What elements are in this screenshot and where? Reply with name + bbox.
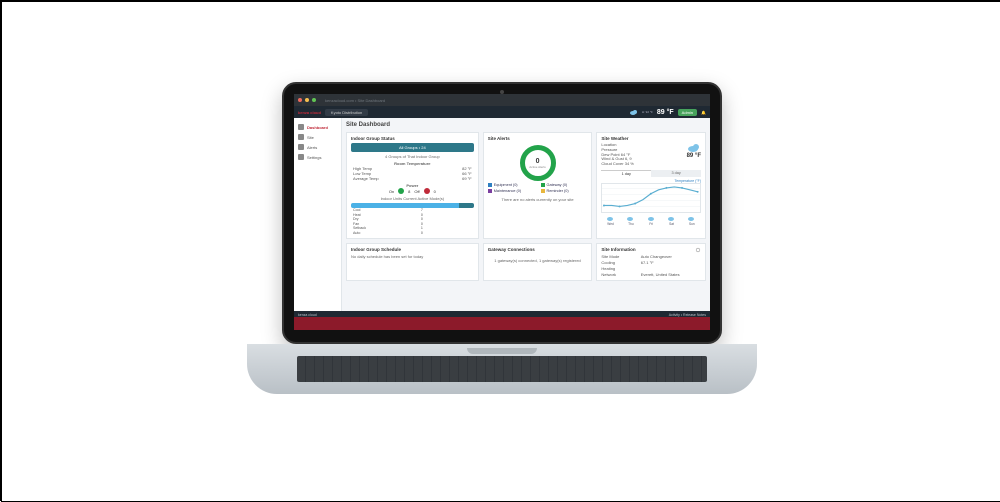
sidebar-item-site[interactable]: Site [297,132,338,142]
brand-logo[interactable]: kenza cloud [298,110,321,115]
alerts-legend: Equipment (0) Gateway (0) Maintenance (0… [488,183,588,193]
power-on-chip [398,188,404,194]
keyboard [297,356,707,382]
forecast-day: Wed [601,215,619,226]
card-title: Site Alerts [488,136,588,141]
trackpad-notch [467,348,537,354]
sidebar-item-label: Site [307,135,314,140]
legend-swatch [488,183,492,187]
maximize-icon[interactable] [312,98,316,102]
admin-badge[interactable]: Admin [678,109,697,116]
cloud-icon [687,143,701,152]
card-indoor-status: Indoor Group Status All Groups • 24 4 Gr… [346,132,479,239]
alerts-sublabel: Active Alerts [529,165,546,169]
status-note: 4 Groups of That Indoor Group [351,154,474,159]
close-icon[interactable] [298,98,302,102]
temperature-chart[interactable] [601,183,701,213]
tab-1day[interactable]: 1 day [601,170,651,177]
card-weather: Site Weather Location Pressure Dew Point… [596,132,706,239]
card-gateway: Gateway Connections 1 gateway(s) connect… [483,243,593,281]
card-site-info: Site Information Site ModeAuto Changeove… [596,243,706,281]
sidebar-item-dashboard[interactable]: Dashboard [297,122,338,132]
card-title: Indoor Group Schedule [351,247,474,252]
footer-red [294,317,710,330]
legend-swatch [488,189,492,193]
status-group-pill[interactable]: All Groups • 24 [351,143,474,152]
bell-icon[interactable]: 🔔 [701,110,706,115]
sidebar-item-label: Dashboard [307,125,328,130]
card-schedule: Indoor Group Schedule No daily schedule … [346,243,479,281]
top-hi: H: 92 °F [642,110,653,114]
mode-label: Indoor Units Current Active Mode(s) [351,196,474,201]
power-summary: On 8 Off 0 [351,188,474,194]
app-header: kenza cloud Kyoto Distribution H: 92 °F … [294,106,710,118]
card-title: Site Weather [601,136,701,141]
forecast-day: Fri [642,215,660,226]
sidebar-item-label: Settings [307,155,321,160]
site-selector[interactable]: Kyoto Distribution [325,109,368,116]
weather-current: Location Pressure Dew Point 64 °F Wind &… [601,143,701,167]
site-icon [298,134,304,140]
gateway-note: 1 gateway(s) connected, 1 gateway(s) reg… [488,258,588,263]
gear-icon [298,154,304,160]
forecast-day: Sat [662,215,680,226]
sidebar-item-alerts[interactable]: Alerts [297,142,338,152]
gear-icon[interactable] [695,247,701,253]
legend-swatch [541,183,545,187]
power-off-chip [424,188,430,194]
sidebar: Dashboard Site Alerts Settings [294,118,342,330]
page-title: Site Dashboard [346,122,706,128]
alerts-icon [298,144,304,150]
status-row: Average Temp69 °F [351,176,474,181]
weather-temp: 89 °F [687,153,701,159]
weather-tabs: 1 day 3 day [601,170,701,177]
schedule-note: No daily schedule has been set for today [351,254,474,259]
url-bar[interactable]: kenzacloud.com • Site Dashboard [325,98,385,103]
page-body: Site Dashboard Indoor Group Status All G… [342,118,710,330]
sidebar-item-settings[interactable]: Settings [297,152,338,162]
forecast-day: Sun [683,215,701,226]
alerts-footnote: There are no alerts currently on your si… [488,197,588,202]
forecast-strip: Wed Thu Fri Sat Sun [601,215,701,226]
card-title: Gateway Connections [488,247,588,252]
sidebar-item-label: Alerts [307,145,317,150]
alerts-count: 0 [536,158,540,165]
top-temp: 89 °F [657,109,674,116]
weather-cloud-icon [629,109,638,115]
legend-swatch [541,189,545,193]
forecast-day: Thu [622,215,640,226]
alerts-donut[interactable]: 0 Active Alerts [520,145,556,181]
site-info-table: Site ModeAuto Changeover Cooling67.1 °F … [601,254,701,277]
minimize-icon[interactable] [305,98,309,102]
browser-chrome: kenzacloud.com • Site Dashboard [294,94,710,106]
tab-3day[interactable]: 3 day [651,170,701,177]
mode-table: Cool7 Heat0 Dry0 Fan0 Setback1 Auto0 [351,208,474,235]
card-alerts: Site Alerts 0 Active Alerts Equipment (0… [483,132,593,239]
card-title: Site Information [601,247,701,252]
dashboard-icon [298,124,304,130]
card-title: Indoor Group Status [351,136,474,141]
